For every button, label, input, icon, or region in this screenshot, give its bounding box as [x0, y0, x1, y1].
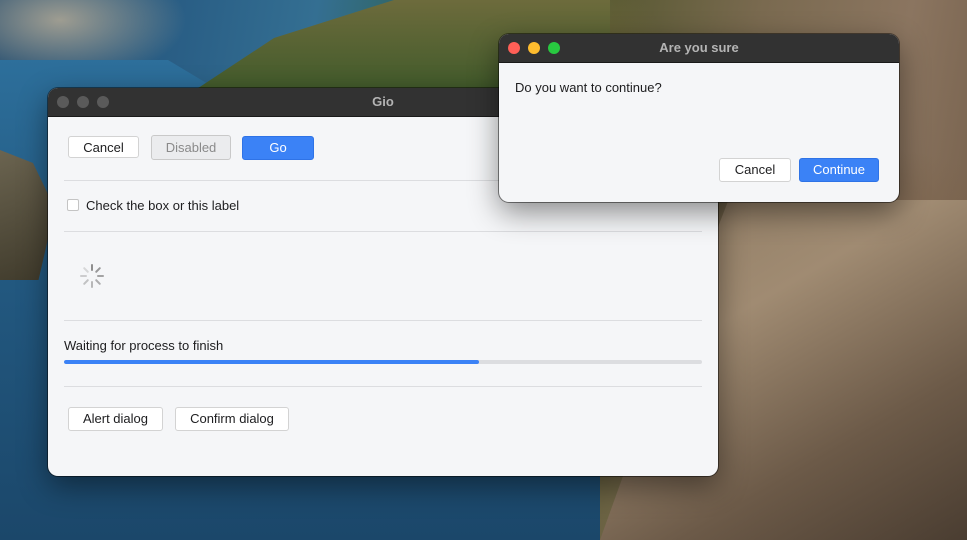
dialog-continue-button[interactable]: Continue — [799, 158, 879, 182]
progress-bar-fill — [64, 360, 479, 364]
go-button[interactable]: Go — [242, 136, 314, 160]
divider — [64, 386, 702, 387]
dialog-title: Are you sure — [659, 40, 739, 55]
confirm-dialog: Are you sure Do you want to continue? Ca… — [499, 34, 899, 202]
dialog-message: Do you want to continue? — [515, 80, 662, 95]
alert-dialog-button[interactable]: Alert dialog — [68, 407, 163, 431]
loading-spinner-icon — [79, 263, 105, 289]
dialog-cancel-button[interactable]: Cancel — [719, 158, 791, 182]
progress-label: Waiting for process to finish — [64, 338, 224, 353]
checkbox-label[interactable]: Check the box or this label — [86, 198, 239, 213]
progress-bar — [64, 360, 702, 364]
cancel-button[interactable]: Cancel — [68, 136, 139, 158]
confirm-dialog-button[interactable]: Confirm dialog — [175, 407, 289, 431]
agree-checkbox[interactable] — [67, 199, 79, 211]
divider — [64, 231, 702, 232]
divider — [64, 320, 702, 321]
disabled-button: Disabled — [151, 135, 231, 160]
dialog-titlebar[interactable]: Are you sure — [499, 34, 899, 63]
